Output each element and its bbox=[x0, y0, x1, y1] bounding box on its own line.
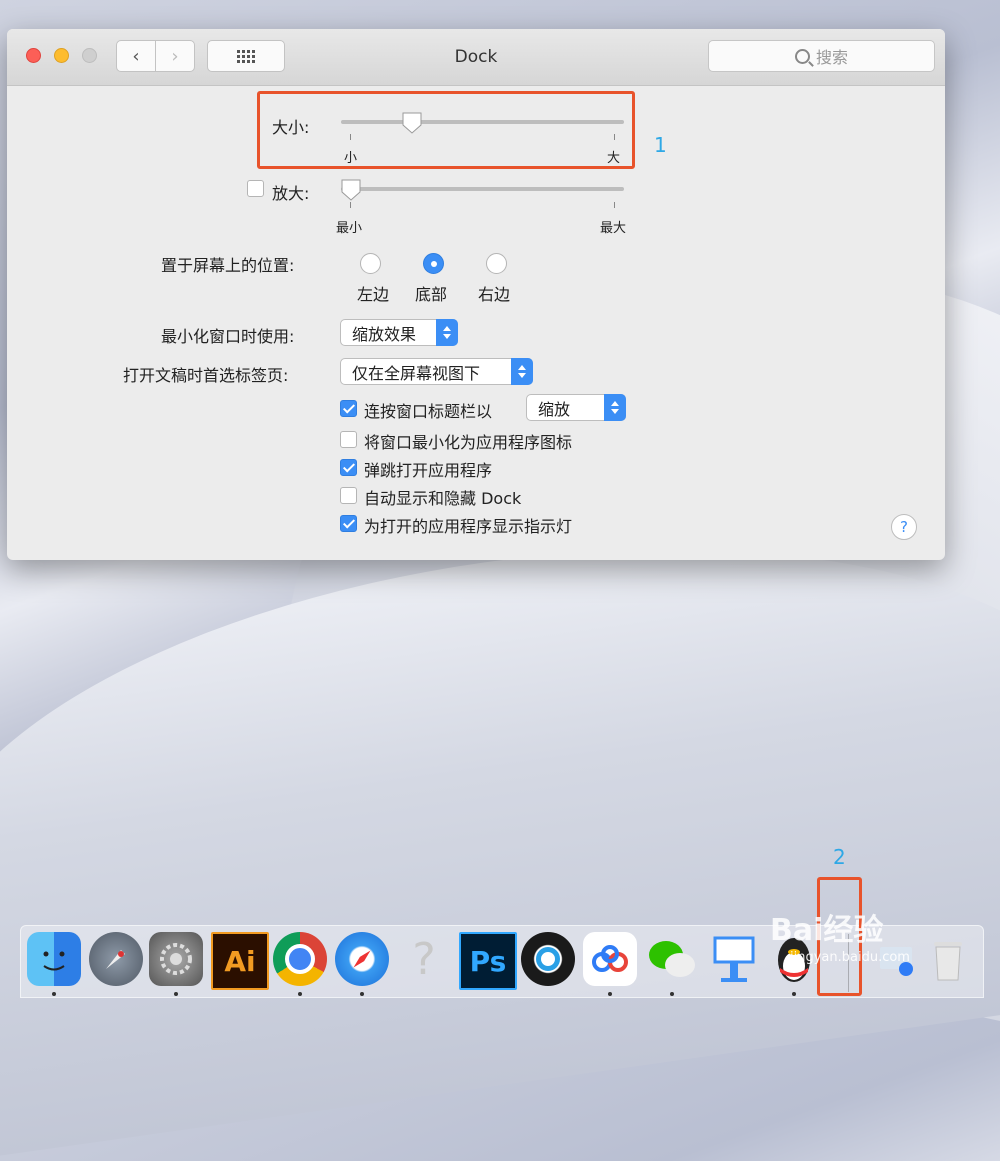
position-label: 置于屏幕上的位置: bbox=[161, 256, 295, 275]
running-indicator bbox=[670, 992, 674, 996]
double-click-titlebar-label: 连按窗口标题栏以 bbox=[364, 402, 493, 421]
running-indicator bbox=[608, 992, 612, 996]
launchpad-icon[interactable] bbox=[89, 932, 143, 986]
title-bar: ‹ › Dock 搜索 bbox=[7, 29, 945, 86]
search-field[interactable]: 搜索 bbox=[708, 40, 935, 72]
watermark-url: jingyan.baidu.com bbox=[790, 950, 910, 965]
help-button[interactable]: ? bbox=[891, 514, 917, 540]
minimize-into-app-icon-checkbox[interactable] bbox=[340, 431, 357, 448]
annotation-2: 2 bbox=[833, 845, 846, 869]
system-preferences-icon[interactable] bbox=[149, 932, 203, 986]
minimize-label: 最小化窗口时使用: bbox=[161, 327, 295, 346]
unknown-app-icon[interactable]: ? bbox=[397, 932, 451, 986]
position-bottom-radio[interactable] bbox=[423, 253, 444, 274]
safari-icon[interactable] bbox=[335, 932, 389, 986]
unknown-app-label: ? bbox=[412, 933, 436, 985]
minimize-into-app-icon-label: 将窗口最小化为应用程序图标 bbox=[364, 433, 573, 452]
annotation-1: 1 bbox=[654, 133, 667, 157]
double-click-action-popup[interactable]: 缩放 bbox=[526, 394, 626, 421]
mag-max-label: 最大 bbox=[600, 221, 627, 236]
magnification-label: 放大: bbox=[272, 184, 310, 203]
show-indicators-label: 为打开的应用程序显示指示灯 bbox=[364, 517, 573, 536]
mag-min-label: 最小 bbox=[336, 221, 363, 236]
keynote-icon[interactable] bbox=[707, 932, 761, 986]
desktop-dune bbox=[0, 479, 1000, 1161]
double-click-action-value: 缩放 bbox=[538, 399, 571, 419]
mag-tick-min bbox=[350, 202, 351, 208]
show-indicators-checkbox[interactable] bbox=[340, 515, 357, 532]
position-bottom-label: 底部 bbox=[415, 285, 448, 304]
popup-arrows-icon bbox=[604, 394, 626, 421]
trash-icon[interactable] bbox=[921, 932, 975, 986]
search-placeholder: 搜索 bbox=[815, 48, 848, 67]
autohide-dock-label: 自动显示和隐藏 Dock bbox=[364, 489, 522, 508]
watermark-brand: Bai经验 bbox=[770, 913, 884, 948]
finder-icon[interactable] bbox=[27, 932, 81, 986]
position-right-radio[interactable] bbox=[486, 253, 507, 274]
double-click-titlebar-checkbox[interactable] bbox=[340, 400, 357, 417]
prefer-tabs-label: 打开文稿时首选标签页: bbox=[123, 366, 289, 385]
popup-arrows-icon bbox=[511, 358, 533, 385]
position-left-radio[interactable] bbox=[360, 253, 381, 274]
chrome-icon[interactable] bbox=[273, 932, 327, 986]
running-indicator bbox=[360, 992, 364, 996]
magnification-slider-thumb[interactable] bbox=[340, 178, 361, 201]
magnification-slider-track[interactable] bbox=[341, 187, 624, 191]
photoshop-icon[interactable]: Ps bbox=[459, 932, 517, 990]
magnification-checkbox[interactable] bbox=[247, 180, 264, 197]
wechat-icon[interactable] bbox=[645, 932, 699, 986]
baidu-netdisk-icon[interactable] bbox=[583, 932, 637, 986]
minimize-effect-value: 缩放效果 bbox=[352, 324, 417, 344]
photoshop-label: Ps bbox=[469, 944, 507, 978]
popup-arrows-icon bbox=[436, 319, 458, 346]
mag-tick-max bbox=[614, 202, 615, 208]
quicktime-icon[interactable] bbox=[521, 932, 575, 986]
position-left-label: 左边 bbox=[357, 285, 390, 304]
prefer-tabs-popup[interactable]: 仅在全屏幕视图下 bbox=[340, 358, 533, 385]
running-indicator bbox=[52, 992, 56, 996]
animate-opening-checkbox[interactable] bbox=[340, 459, 357, 476]
autohide-dock-checkbox[interactable] bbox=[340, 487, 357, 504]
minimize-effect-popup[interactable]: 缩放效果 bbox=[340, 319, 458, 346]
help-icon: ? bbox=[900, 518, 908, 536]
illustrator-icon[interactable]: Ai bbox=[211, 932, 269, 990]
running-indicator bbox=[174, 992, 178, 996]
position-right-label: 右边 bbox=[478, 285, 511, 304]
highlight-box-size bbox=[257, 91, 635, 169]
illustrator-label: Ai bbox=[224, 944, 256, 978]
running-indicator bbox=[792, 992, 796, 996]
prefer-tabs-value: 仅在全屏幕视图下 bbox=[352, 363, 481, 383]
running-indicator bbox=[298, 992, 302, 996]
animate-opening-label: 弹跳打开应用程序 bbox=[364, 461, 493, 480]
search-icon bbox=[794, 48, 810, 64]
